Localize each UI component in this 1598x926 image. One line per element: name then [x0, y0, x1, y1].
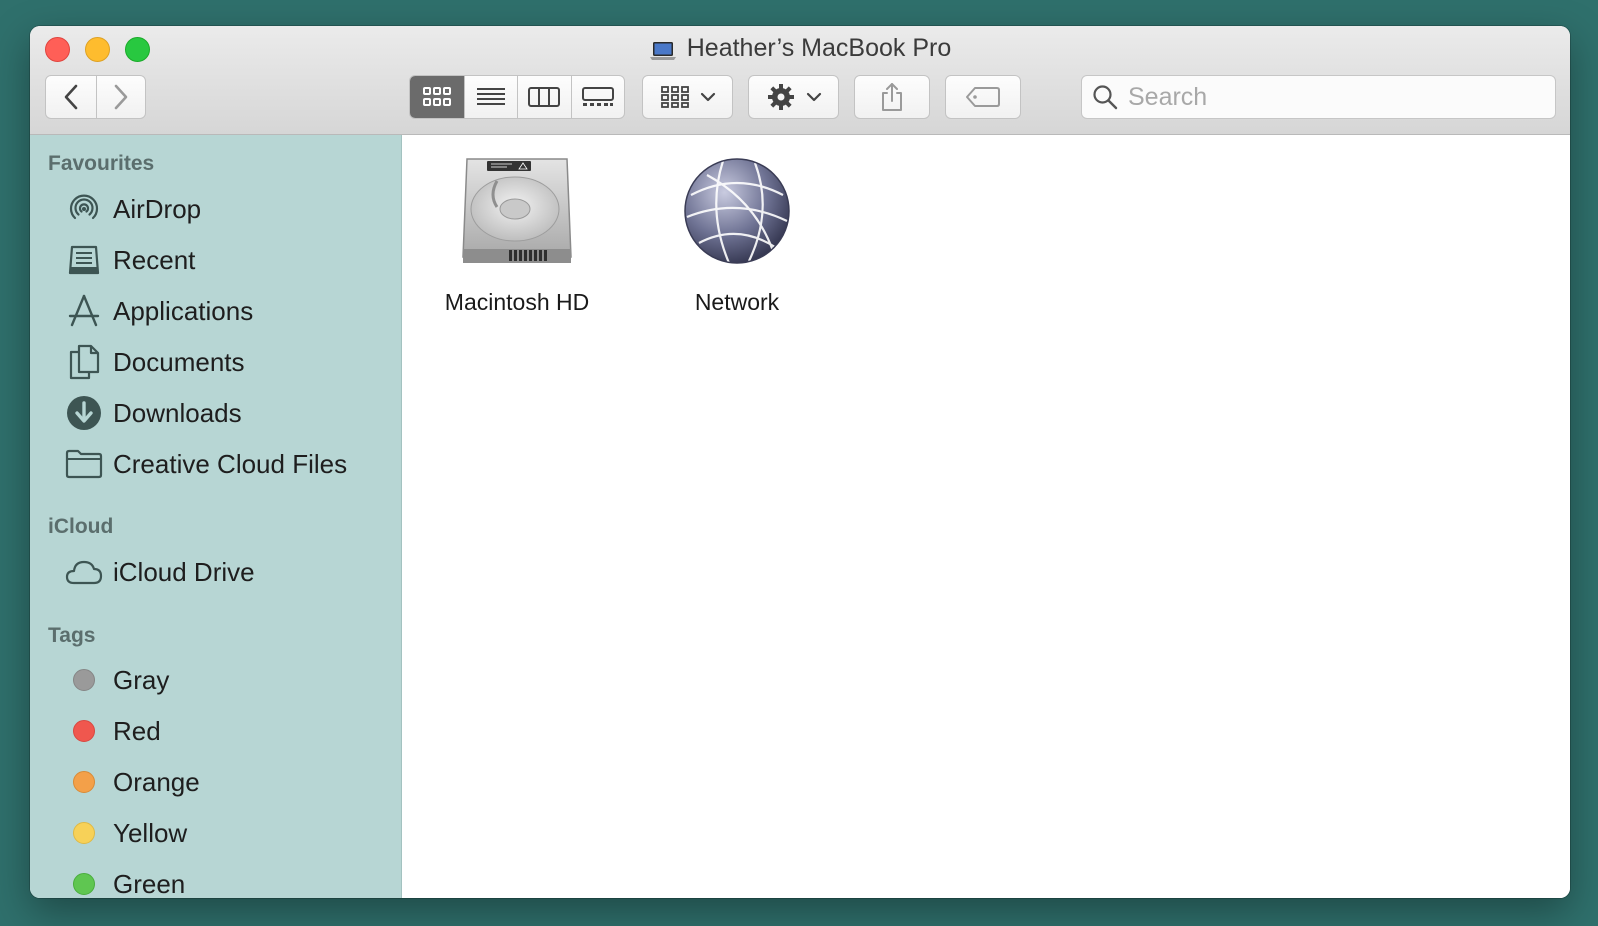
file-label: Network [694, 289, 780, 315]
search-icon [1093, 85, 1118, 110]
sidebar-item-downloads[interactable]: Downloads [30, 390, 401, 436]
sidebar-item-label: Red [113, 715, 161, 746]
gallery-view-button[interactable] [570, 76, 625, 118]
sidebar-header-favourites: Favourites [48, 152, 155, 175]
airdrop-icon [65, 190, 103, 228]
navigation-group [45, 75, 146, 119]
list-icon [476, 88, 505, 105]
sidebar-item-icloud-drive[interactable]: iCloud Drive [30, 549, 401, 595]
list-view-button[interactable] [463, 76, 518, 118]
sidebar-item-label: Orange [113, 766, 200, 797]
orange-tag-dot-icon [73, 771, 95, 793]
file-item-network[interactable]: Network [637, 151, 837, 316]
sidebar-header-icloud: iCloud [48, 515, 114, 538]
sidebar-item-creative-cloud-files[interactable]: Creative Cloud Files [30, 441, 401, 487]
search-field[interactable] [1081, 75, 1556, 119]
finder-window: Heather’s MacBook Pro Search Favourites … [30, 26, 1570, 898]
gallery-icon [581, 87, 614, 106]
toolbar: Heather’s MacBook Pro [30, 26, 1570, 135]
sidebar-tag-green[interactable]: Green [30, 861, 401, 898]
gear-icon [767, 84, 794, 110]
recent-icon [65, 241, 103, 279]
back-button[interactable] [46, 76, 96, 118]
sidebar-item-label: Downloads [113, 397, 242, 428]
window-title-text: Heather’s MacBook Pro [686, 34, 952, 62]
chevron-right-icon [114, 84, 128, 110]
folder-icon [65, 445, 103, 483]
network-globe-icon [684, 158, 790, 264]
sidebar-tag-gray[interactable]: Gray [30, 657, 401, 703]
share-button[interactable] [854, 75, 930, 119]
sidebar-item-label: Creative Cloud Files [113, 448, 348, 479]
sidebar-header-tags: Tags [48, 624, 96, 647]
file-item-macintosh-hd[interactable]: Macintosh HD [417, 151, 617, 316]
green-tag-dot-icon [73, 873, 95, 895]
chevron-down-icon [700, 92, 715, 102]
sidebar: Favourites AirDrop Recent Applications D… [30, 135, 402, 898]
tag-icon [966, 87, 1000, 107]
share-icon [882, 83, 902, 111]
icon-view-button[interactable] [410, 76, 464, 118]
file-label: Macintosh HD [444, 289, 590, 315]
view-mode-group [409, 75, 625, 119]
sidebar-item-label: iCloud Drive [113, 556, 255, 587]
group-grid-icon [660, 86, 689, 108]
search-input[interactable] [1128, 82, 1528, 112]
columns-icon [528, 87, 561, 107]
column-view-button[interactable] [517, 76, 571, 118]
sidebar-tag-orange[interactable]: Orange [30, 759, 401, 805]
documents-icon [65, 343, 103, 381]
window-title: Heather’s MacBook Pro [30, 34, 1570, 63]
sidebar-item-label: Applications [113, 295, 254, 326]
sidebar-item-recent[interactable]: Recent [30, 237, 401, 283]
tag-button[interactable] [945, 75, 1021, 119]
sidebar-item-label: Documents [113, 346, 245, 377]
sidebar-item-label: AirDrop [113, 193, 202, 224]
yellow-tag-dot-icon [73, 822, 95, 844]
file-browser-area: Macintosh HD Network [403, 135, 1570, 898]
gray-tag-dot-icon [73, 669, 95, 691]
forward-button[interactable] [95, 76, 146, 118]
applications-icon [65, 292, 103, 330]
sidebar-item-airdrop[interactable]: AirDrop [30, 186, 401, 232]
chevron-left-icon [64, 84, 78, 110]
sidebar-item-label: Gray [113, 664, 170, 695]
group-by-button[interactable] [642, 75, 733, 119]
icon-grid-icon [422, 87, 451, 106]
red-tag-dot-icon [73, 720, 95, 742]
sidebar-item-label: Yellow [113, 817, 188, 848]
sidebar-tag-yellow[interactable]: Yellow [30, 810, 401, 856]
sidebar-item-label: Recent [113, 244, 196, 275]
sidebar-tag-red[interactable]: Red [30, 708, 401, 754]
action-menu-button[interactable] [748, 75, 839, 119]
sidebar-item-applications[interactable]: Applications [30, 288, 401, 334]
hard-drive-icon [462, 158, 572, 263]
chevron-down-icon [806, 92, 821, 102]
sidebar-item-documents[interactable]: Documents [30, 339, 401, 385]
laptop-icon [649, 39, 677, 60]
downloads-icon [65, 394, 103, 432]
sidebar-item-label: Green [113, 868, 186, 899]
cloud-icon [65, 553, 103, 591]
